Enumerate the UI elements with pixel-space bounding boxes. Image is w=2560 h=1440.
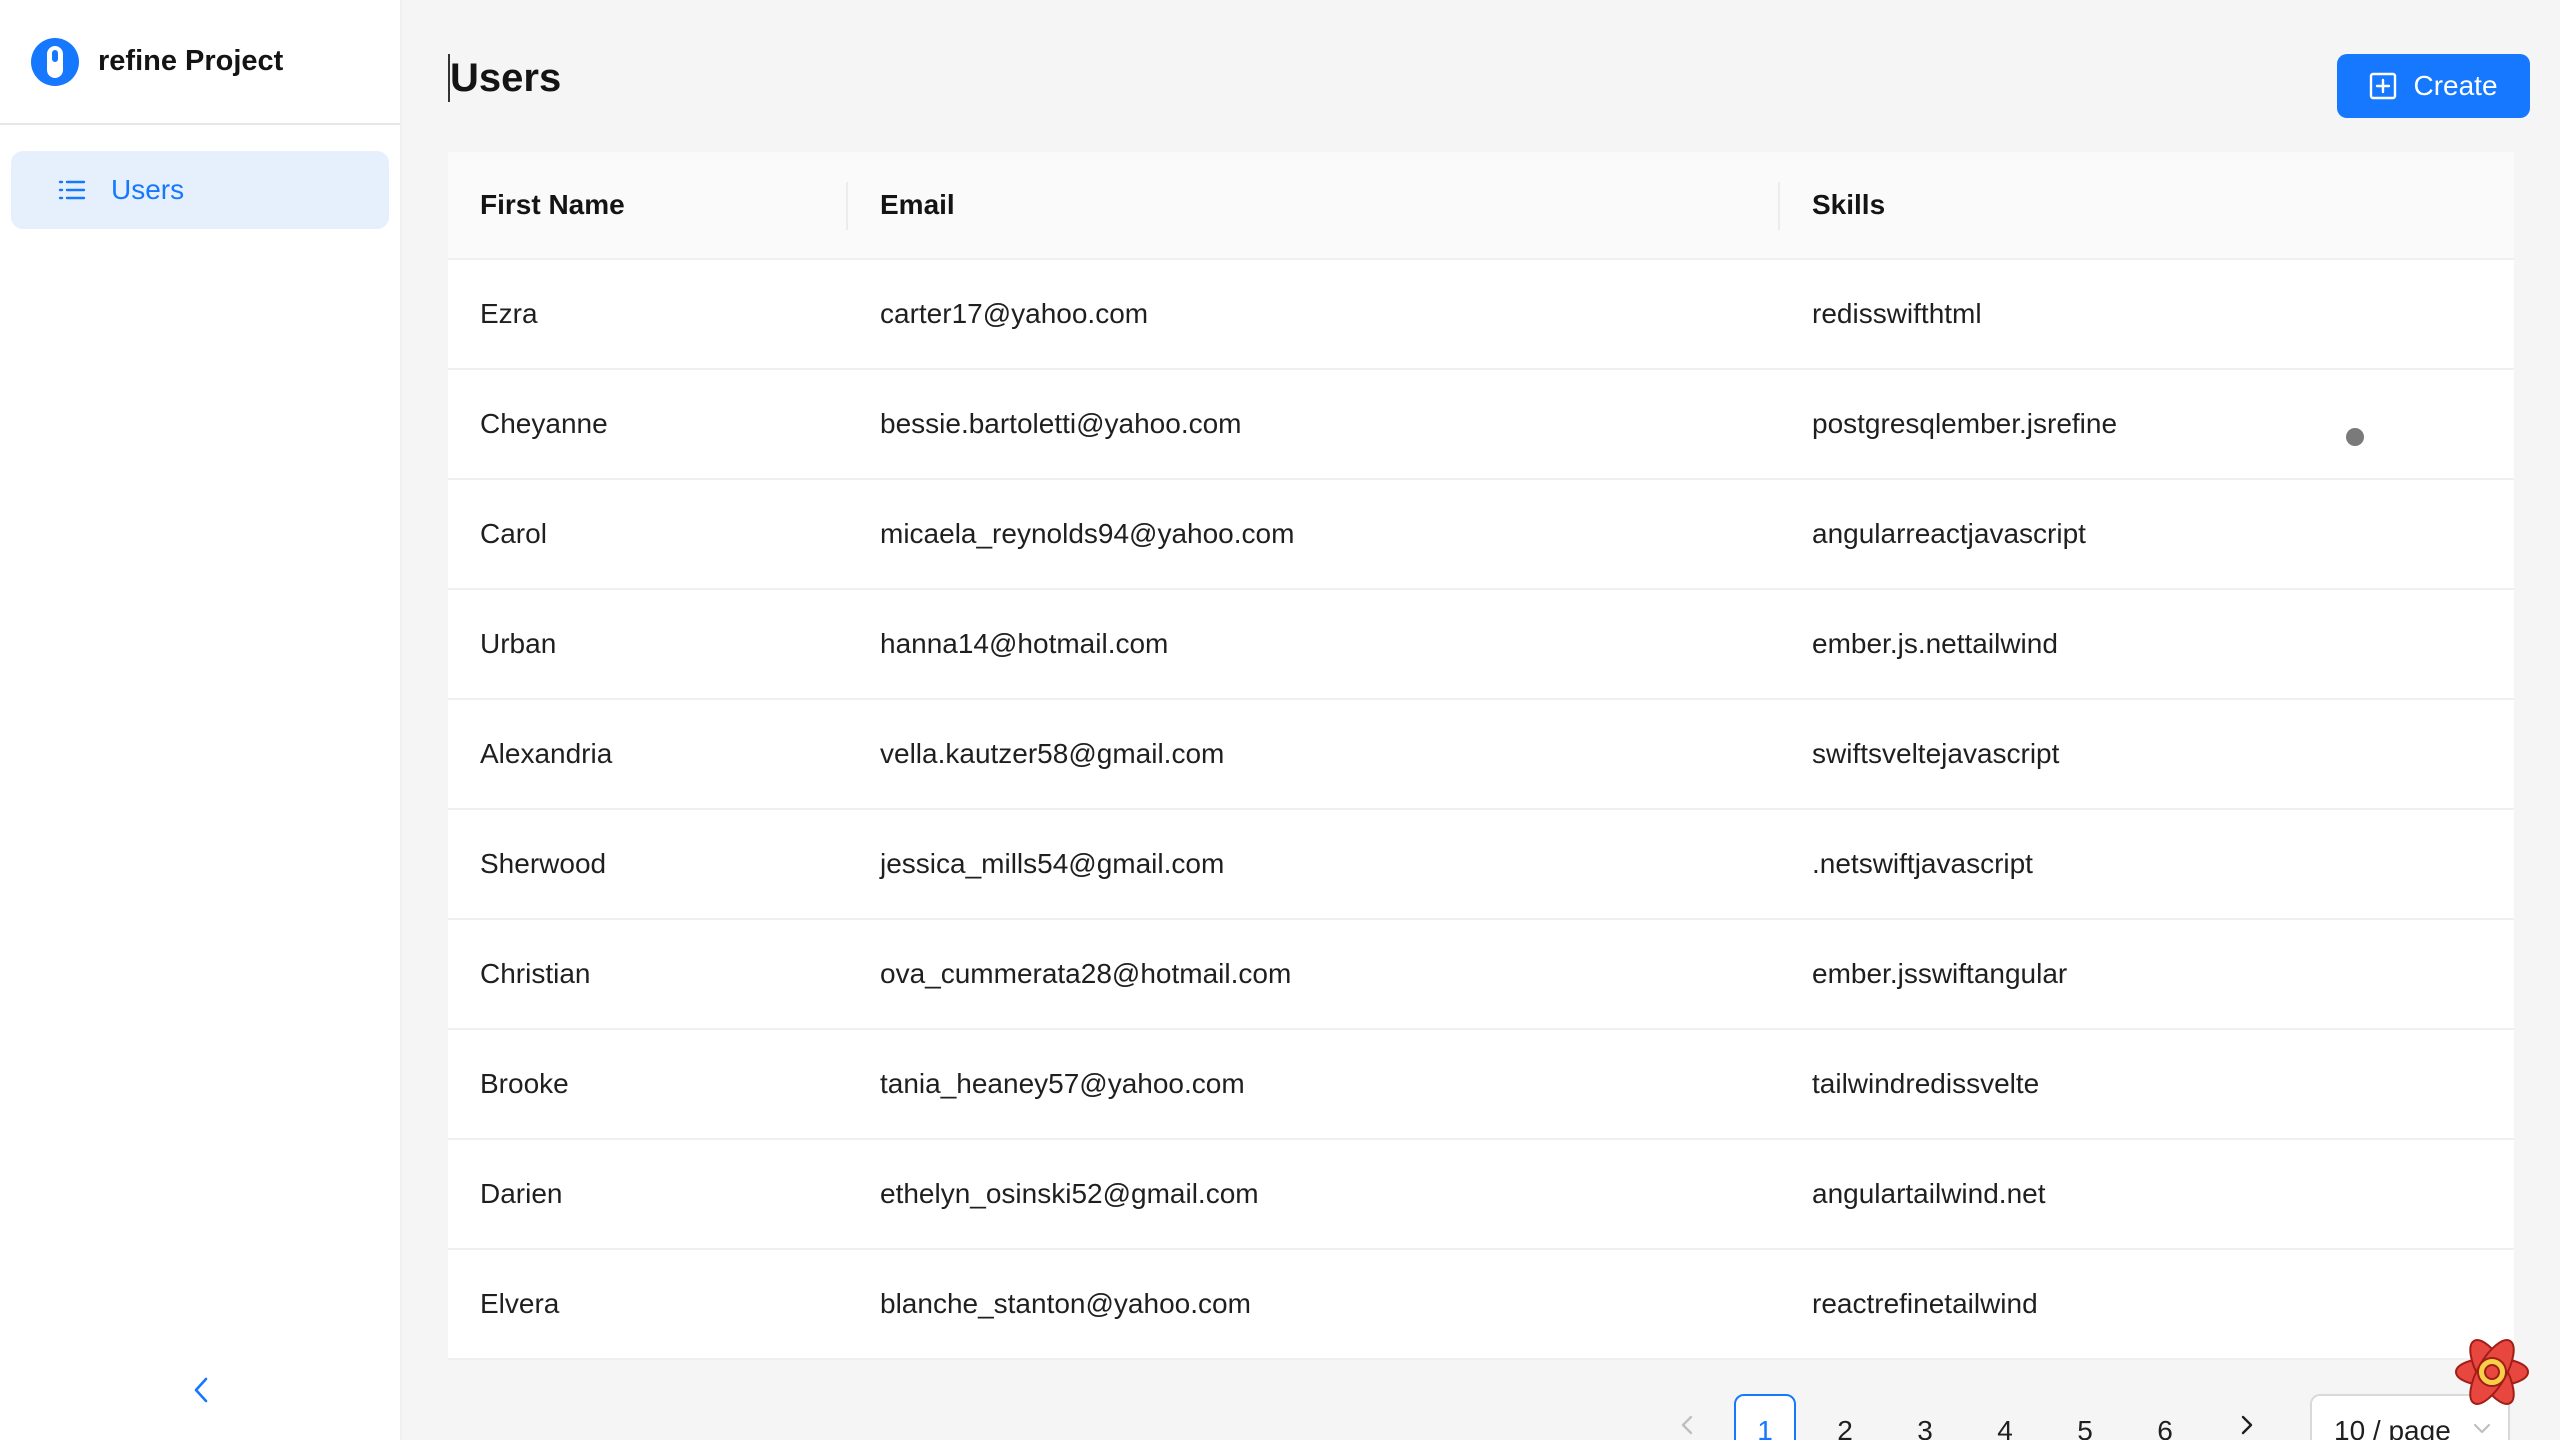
cell-email: tania_heaney57@yahoo.com (880, 1068, 1245, 1099)
cell-email: bessie.bartoletti@yahoo.com (880, 408, 1242, 439)
table-row[interactable]: Ezra carter17@yahoo.com redisswifthtml (448, 260, 2514, 370)
cell-first-name: Brooke (480, 1068, 569, 1099)
column-header-first-name[interactable]: First Name (480, 189, 625, 221)
cell-email: micaela_reynolds94@yahoo.com (880, 518, 1295, 549)
pagination-prev-button[interactable] (1672, 1410, 1702, 1440)
page-header: Users Create (448, 54, 2530, 118)
cell-email: jessica_mills54@gmail.com (880, 848, 1225, 879)
main-content: Users Create First Name Email Skills Ezr… (402, 0, 2560, 1440)
cell-first-name: Christian (480, 958, 591, 989)
cell-email: hanna14@hotmail.com (880, 628, 1169, 659)
table-row[interactable]: Darien ethelyn_osinski52@gmail.com angul… (448, 1140, 2514, 1250)
brand[interactable]: refine Project (0, 0, 400, 125)
cursor-dot (2346, 428, 2364, 446)
pagination-page-4[interactable]: 4 (1974, 1394, 2036, 1440)
cell-skills: angulartailwind.net (1812, 1178, 2046, 1209)
page-size-value: 10 / page (2334, 1415, 2451, 1440)
sidebar-item-users[interactable]: Users (11, 151, 389, 229)
table-row[interactable]: Cheyanne bessie.bartoletti@yahoo.com pos… (448, 370, 2514, 480)
column-header-email[interactable]: Email (880, 189, 955, 221)
sidebar-item-label: Users (111, 174, 185, 205)
refine-logo-icon (31, 37, 79, 86)
devtools-button[interactable] (2452, 1332, 2532, 1412)
sidebar-menu: Users (0, 125, 400, 255)
cell-skills: swiftsveltejavascript (1812, 738, 2060, 769)
cell-first-name: Alexandria (480, 738, 613, 769)
cell-first-name: Sherwood (480, 848, 607, 879)
table-row[interactable]: Elvera blanche_stanton@yahoo.com reactre… (448, 1250, 2514, 1360)
column-header-skills[interactable]: Skills (1812, 189, 1885, 221)
column-divider (846, 182, 848, 230)
atom-icon (2455, 1339, 2529, 1405)
list-icon (58, 180, 86, 200)
cell-skills: reactrefinetailwind (1812, 1288, 2038, 1319)
cell-email: carter17@yahoo.com (880, 298, 1149, 329)
cell-email: vella.kautzer58@gmail.com (880, 738, 1225, 769)
table-row[interactable]: Carol micaela_reynolds94@yahoo.com angul… (448, 480, 2514, 590)
cell-first-name: Cheyanne (480, 408, 608, 439)
table-row[interactable]: Sherwood jessica_mills54@gmail.com .nets… (448, 810, 2514, 920)
plus-square-icon (2370, 72, 2397, 100)
cell-first-name: Urban (480, 628, 557, 659)
column-divider (1778, 182, 1780, 230)
create-button[interactable]: Create (2337, 54, 2530, 118)
pagination-page-3[interactable]: 3 (1894, 1394, 1956, 1440)
sidebar: refine Project Users (0, 0, 402, 1440)
users-table: First Name Email Skills Ezra carter17@ya… (448, 152, 2514, 1360)
pagination-page-2[interactable]: 2 (1814, 1394, 1876, 1440)
cell-skills: postgresqlember.jsrefine (1812, 408, 2118, 439)
cell-first-name: Darien (480, 1178, 563, 1209)
chevron-left-icon (1681, 1415, 1693, 1435)
cell-first-name: Ezra (480, 298, 538, 329)
cell-skills: ember.jsswiftangular (1812, 958, 2068, 989)
table-row[interactable]: Urban hanna14@hotmail.com ember.js.netta… (448, 590, 2514, 700)
cell-email: blanche_stanton@yahoo.com (880, 1288, 1251, 1319)
pagination-next-button[interactable] (2232, 1410, 2262, 1440)
cell-skills: .netswiftjavascript (1812, 848, 2033, 879)
cell-first-name: Elvera (480, 1288, 560, 1319)
pagination-page-5[interactable]: 5 (2054, 1394, 2116, 1440)
chevron-right-icon (2241, 1415, 2253, 1435)
cell-email: ethelyn_osinski52@gmail.com (880, 1178, 1259, 1209)
pagination-page-1[interactable]: 1 (1734, 1394, 1796, 1440)
table-header: First Name Email Skills (448, 152, 2514, 260)
chevron-down-icon (2473, 1423, 2491, 1434)
table-row[interactable]: Alexandria vella.kautzer58@gmail.com swi… (448, 700, 2514, 810)
cell-skills: angularreactjavascript (1812, 518, 2086, 549)
cell-skills: ember.js.nettailwind (1812, 628, 2058, 659)
pagination: 1 2 3 4 5 6 10 / page (0, 1394, 2560, 1440)
cell-email: ova_cummerata28@hotmail.com (880, 958, 1292, 989)
table-row[interactable]: Brooke tania_heaney57@yahoo.com tailwind… (448, 1030, 2514, 1140)
cell-skills: redisswifthtml (1812, 298, 1982, 329)
page-title: Users (448, 54, 562, 102)
pagination-page-6[interactable]: 6 (2134, 1394, 2196, 1440)
cell-skills: tailwindredissvelte (1812, 1068, 2040, 1099)
create-button-label: Create (2413, 70, 2498, 101)
cell-first-name: Carol (480, 518, 547, 549)
app-title: refine Project (98, 45, 284, 77)
table-row[interactable]: Christian ova_cummerata28@hotmail.com em… (448, 920, 2514, 1030)
